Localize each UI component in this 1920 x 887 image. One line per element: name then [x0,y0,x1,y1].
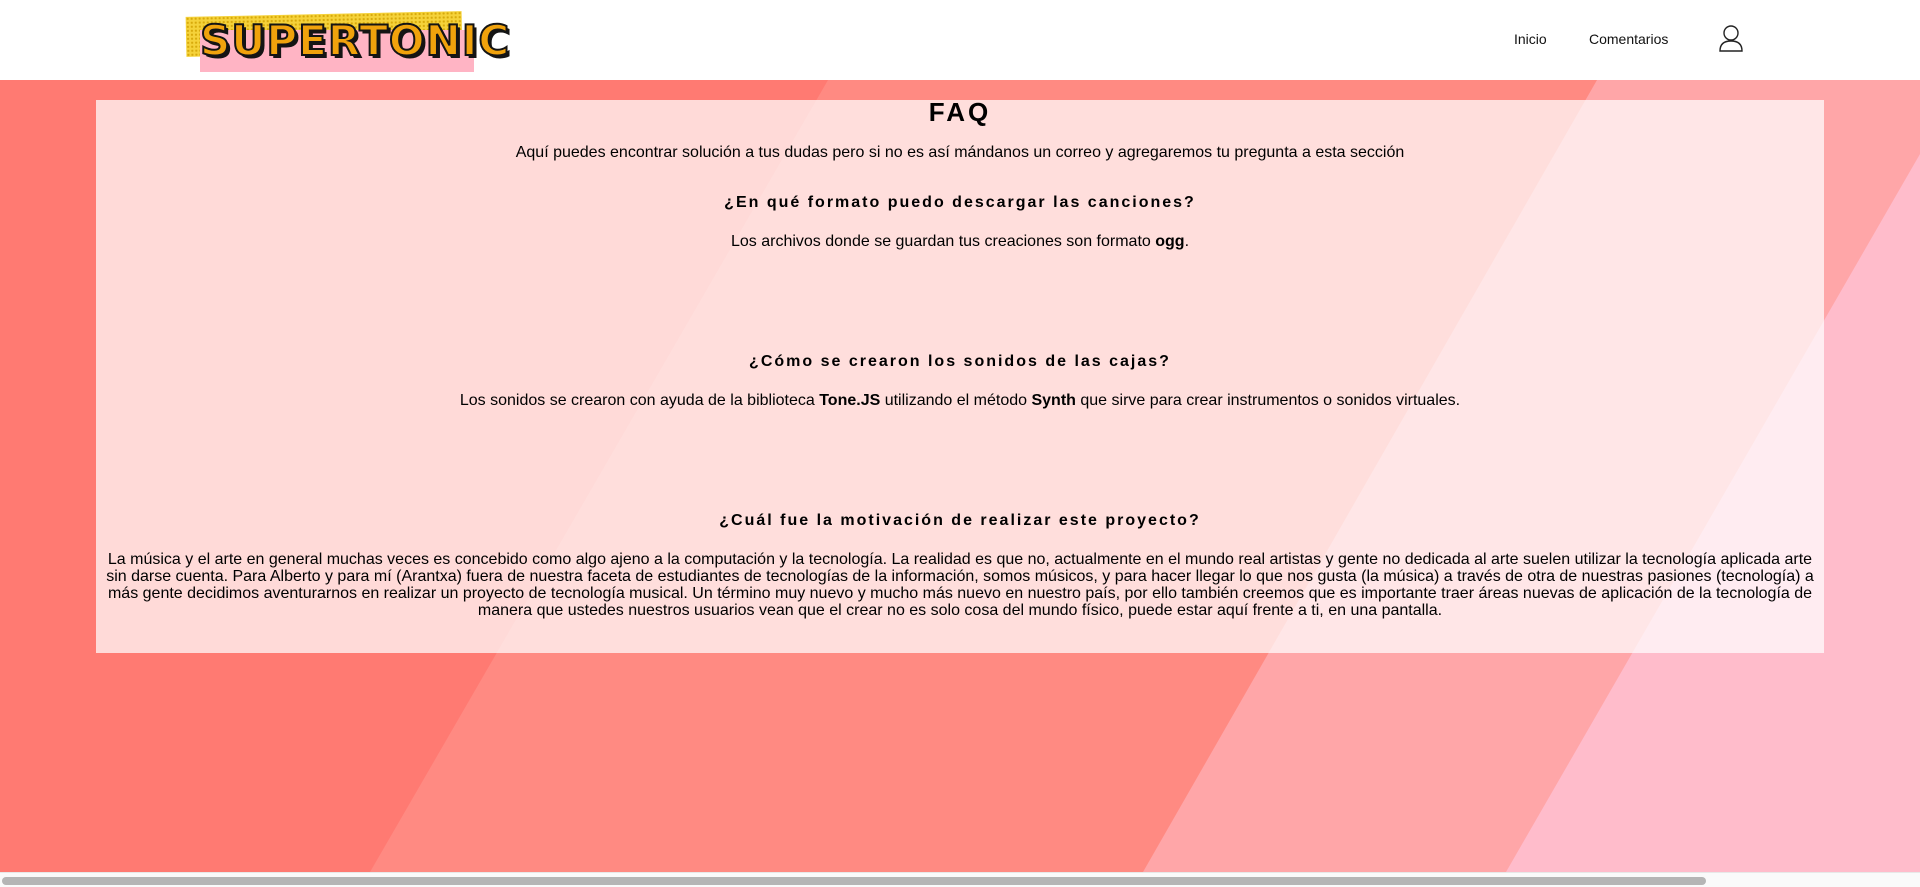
faq-intro: Aquí puedes encontrar solución a tus dud… [515,144,1405,161]
faq-answer-1: Los archivos donde se guardan tus creaci… [730,233,1190,250]
faq-question-2: ¿Cómo se crearon los sonidos de las caja… [749,353,1171,370]
site-header: SUPERTONIC Inicio Comentarios [0,0,1920,80]
faq-answer-2: Los sonidos se crearon con ayuda de la b… [459,392,1461,409]
faq-answer-3: La música y el arte en general muchas ve… [106,551,1814,619]
scrollbar-thumb[interactable] [2,877,1706,885]
faq-title: FAQ [928,97,992,127]
nav-link-comentarios[interactable]: Comentarios [1589,31,1668,47]
supertonic-logo[interactable]: SUPERTONIC [185,11,510,72]
logo-text: SUPERTONIC [199,15,511,66]
user-icon[interactable] [1718,24,1744,52]
page: SUPERTONIC Inicio Comentarios FAQ Aquí p… [0,0,1920,887]
faq-question-3: ¿Cuál fue la motivación de realizar este… [719,512,1201,529]
faq-question-1: ¿En qué formato puedo descargar las canc… [724,194,1196,211]
nav-link-inicio[interactable]: Inicio [1514,31,1547,47]
faq-card: FAQ Aquí puedes encontrar solución a tus… [96,97,1824,653]
horizontal-scrollbar[interactable] [0,872,1920,887]
